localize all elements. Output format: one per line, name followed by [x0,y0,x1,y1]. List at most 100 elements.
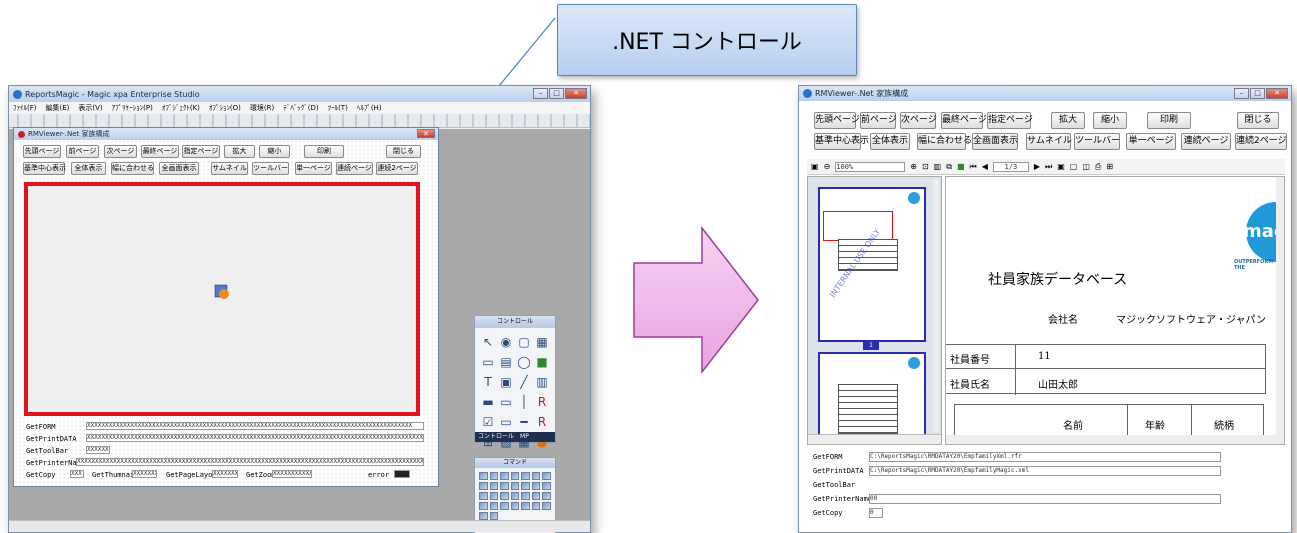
viewer-zoom-in-button[interactable]: 拡大 [1051,112,1085,129]
richtext-tool-icon[interactable]: R [535,394,549,410]
viewer-minimize-button[interactable]: – [1234,88,1249,99]
subform-tool-icon[interactable]: ▭ [481,354,495,370]
frame-tool-icon[interactable]: ▢ [517,334,531,350]
viewer-continuous-2page-button[interactable]: 連続2ページ [1235,133,1287,150]
menu-environment[interactable]: 環境(R) [250,103,274,113]
picture-tool-icon[interactable]: ■ [535,354,549,370]
text-tool-icon[interactable]: T [481,374,495,390]
first-page-icon[interactable]: ⏮ [970,162,977,172]
last-page-button[interactable]: 最終ページ [141,145,179,158]
fullscreen-button[interactable]: 全画面表示 [159,162,199,175]
thumbs-icon[interactable]: ■ [957,162,965,171]
viewer-continuous-page-button[interactable]: 連続ページ [1181,133,1231,150]
menu-file[interactable]: ﾌｧｲﾙ(F) [13,103,37,113]
viewer-specify-page-button[interactable]: 指定ページ [987,112,1033,129]
single-page-button[interactable]: 単一ページ [295,162,332,175]
getprintdata-field[interactable]: XXXXXXXXXXXXXXXXXXXXXXXXXXXXXXXXXXXXXXXX… [86,434,424,442]
viewer-getcopy-field[interactable]: 0 [869,508,883,518]
export-icon[interactable]: ⊞ [1106,162,1113,171]
specify-page-button[interactable]: 指定ページ [182,145,220,158]
combo-tool-icon[interactable]: ▭ [499,414,513,430]
getzoom-field[interactable]: XXXXXXXXXXX [272,470,312,478]
viewer-gettoolbar-field[interactable] [869,480,903,490]
close-viewer-button[interactable]: 閉じる [386,145,421,158]
copy-icon[interactable]: ⧉ [946,162,952,172]
viewer-zoom-out-button[interactable]: 縮小 [1093,112,1127,129]
print-icon[interactable]: ⎙ [1095,162,1101,172]
viewer-maximize-button[interactable]: □ [1250,88,1265,99]
menu-view[interactable]: 表示(V) [78,103,102,113]
viewer-getform-field[interactable]: C:\ReportsMagic\RMDATAY20\EmpfamilyXml.r… [869,452,1221,462]
menu-application[interactable]: ｱﾌﾟﾘｹｰｼｮﾝ(P) [112,103,153,113]
thumbnail-scrollbar[interactable] [933,179,939,432]
maximize-button[interactable]: □ [549,88,564,99]
single-view-icon[interactable]: ▣ [1057,162,1065,171]
document-hscrollbar[interactable] [946,435,1284,444]
menu-object[interactable]: ｵﾌﾞｼﾞｪｸﾄ(K) [162,103,200,113]
ellipse-tool-icon[interactable]: ◯ [517,354,531,370]
viewer-next-page-button[interactable]: 次ページ [900,112,937,129]
next-page-button[interactable]: 次ページ [104,145,137,158]
viewer-fit-width-button[interactable]: 幅に合わせる [917,133,972,150]
viewer-print-button[interactable]: 印刷 [1147,112,1191,129]
button-tool-icon[interactable]: ▬ [481,394,495,410]
viewer-single-page-button[interactable]: 単一ページ [1126,133,1176,150]
menu-options[interactable]: ｵﾌﾟｼｮﾝ(O) [209,103,241,113]
next-page-icon[interactable]: ▶ [1034,162,1040,171]
list-tool-icon[interactable]: ▥ [535,374,549,390]
palette-tab-mp[interactable]: MP [520,432,529,442]
getthumbnail-field[interactable]: XXXXXXX [132,470,157,478]
continuous-2page-button[interactable]: 連続2ページ [376,162,418,175]
facing-view-icon[interactable]: ◫ [1082,162,1090,171]
getpagelayout-field[interactable]: XXXXXXX [212,470,238,478]
zoom-icon[interactable]: ⊖ [824,162,831,171]
continuous-page-button[interactable]: 連続ページ [336,162,373,175]
palette-tab-control[interactable]: コントロール [478,432,514,442]
net-control-placeholder[interactable] [24,182,420,416]
hline-tool-icon[interactable]: ━ [517,414,531,430]
page-icon[interactable]: ▥ [934,162,942,171]
radio-tool-icon[interactable]: ◉ [499,334,513,350]
checkbox-tool-icon[interactable]: ☑ [481,414,495,430]
toolbar-toggle-button[interactable]: ツールバー [252,162,289,175]
document-scrollbar[interactable] [1276,177,1284,444]
close-button[interactable]: ✕ [565,88,587,99]
minimize-button[interactable]: – [533,88,548,99]
viewer-fullscreen-button[interactable]: 全画面表示 [972,133,1018,150]
richedit-tool-icon[interactable]: R [535,414,549,430]
thumbnail-button[interactable]: サムネイル [211,162,248,175]
fit-icon[interactable]: ⊡ [922,162,929,171]
page-number-field[interactable]: 1/3 [992,161,1029,172]
center-view-button[interactable]: 基準中心表示 [23,162,66,175]
print-button[interactable]: 印刷 [304,145,344,158]
menu-edit[interactable]: 編集(E) [46,103,70,113]
zoom-in-button[interactable]: 拡大 [224,145,255,158]
first-page-button[interactable]: 先頭ページ [23,145,61,158]
getprintername-field[interactable]: XXXXXXXXXXXXXXXXXXXXXXXXXXXXXXXXXXXXXXXX… [76,458,424,466]
zoom-out-icon[interactable]: ⊕ [910,162,917,171]
thumbnail-hscrollbar[interactable] [808,434,941,444]
thumbnail-page-1[interactable]: INTERNAL USE ONLY [818,187,926,342]
prev-page-button[interactable]: 前ページ [66,145,99,158]
save-icon[interactable]: ▣ [811,162,819,171]
form-close-button[interactable]: ✕ [417,129,435,138]
viewer-prev-page-button[interactable]: 前ページ [860,112,897,129]
command-palette-grid[interactable] [475,468,555,524]
getcopy-field[interactable]: XXX [70,470,84,478]
image-tool-icon[interactable]: ▤ [499,354,513,370]
viewer-close-button[interactable]: ✕ [1266,88,1288,99]
vline-tool-icon[interactable]: │ [517,394,531,410]
viewer-thumbnail-button[interactable]: サムネイル [1026,133,1072,150]
zoom-out-button[interactable]: 縮小 [259,145,290,158]
viewer-getprintername-field[interactable]: 00 [869,494,1221,504]
getform-field[interactable]: XXXXXXXXXXXXXXXXXXXXXXXXXXXXXXXXXXXXXXXX… [86,422,424,430]
menu-help[interactable]: ﾍﾙﾌﾟ(H) [357,103,382,113]
studio-toolbar[interactable] [9,114,590,128]
table-tool-icon[interactable]: ▦ [535,334,549,350]
menu-debug[interactable]: ﾃﾞﾊﾞｯｸﾞ(D) [283,103,318,113]
gettoolbar-field[interactable]: XXXXXX [86,446,110,454]
viewer-center-view-button[interactable]: 基準中心表示 [814,133,869,150]
viewer-toolbar-toggle-button[interactable]: ツールバー [1074,133,1120,150]
edit-tool-icon[interactable]: ▣ [499,374,513,390]
zoom-level-select[interactable]: 100% [835,161,906,172]
